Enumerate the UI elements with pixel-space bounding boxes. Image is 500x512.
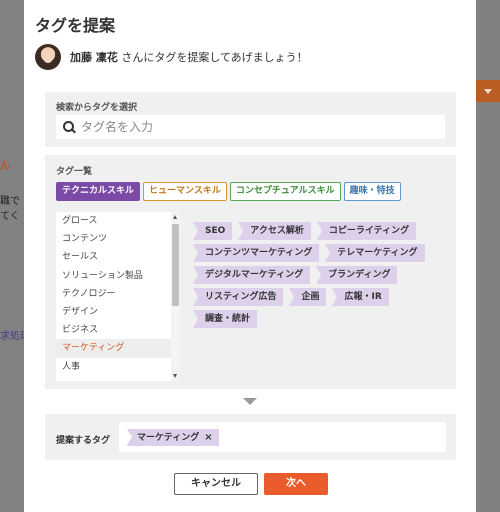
tag-chip[interactable]: コピーライティング <box>316 222 417 240</box>
selected-tag-label: マーケティング <box>137 433 200 443</box>
proposed-tags-box: マーケティング × <box>119 422 446 452</box>
category-item[interactable]: ソリューション製品 <box>56 267 180 285</box>
user-suffix: さん <box>117 51 144 64</box>
background-text-fragment: 職で <box>0 196 20 207</box>
tag-chip[interactable]: リスティング広告 <box>193 288 284 306</box>
user-name: 加藤 凜花 <box>70 51 118 64</box>
category-list: グロース コンテンツ セールス ソリューション製品 テクノロジー デザイン ビジ… <box>56 212 180 381</box>
scroll-down-icon[interactable] <box>173 374 177 378</box>
scroll-thumb[interactable] <box>172 224 179 306</box>
category-item[interactable]: デザイン <box>56 303 180 321</box>
search-box[interactable] <box>56 115 445 139</box>
avatar <box>35 44 61 70</box>
category-item[interactable]: グロース <box>56 212 180 230</box>
tag-chip[interactable]: テレマーケティング <box>325 244 425 262</box>
user-row: 加藤 凜花 さんにタグを提案してあげましょう！ <box>35 44 308 70</box>
tab-hobby-specialty[interactable]: 趣味・特技 <box>343 182 401 201</box>
tag-chip[interactable]: 広報・IR <box>332 288 389 306</box>
tab-conceptual-skill[interactable]: コンセプチュアルスキル <box>229 182 341 201</box>
search-input[interactable] <box>81 120 421 134</box>
search-label: 検索からタグを選択 <box>56 103 138 113</box>
category-item[interactable]: コンテンツ <box>56 230 180 248</box>
category-item-selected[interactable]: マーケティング <box>56 339 180 358</box>
tag-chip-area: SEO アクセス解析 コピーライティング コンテンツマーケティング テレマーケテ… <box>193 222 449 328</box>
suggest-tag-modal: タグを提案 加藤 凜花 さんにタグを提案してあげましょう！ 検索からタグを選択 … <box>24 0 476 512</box>
next-button[interactable]: 次へ <box>264 473 328 495</box>
search-icon <box>63 121 75 133</box>
tab-technical-skill[interactable]: テクニカルスキル <box>56 182 141 201</box>
category-item[interactable]: 人事 <box>56 358 180 376</box>
background-left-strip <box>0 0 24 512</box>
down-arrow-icon <box>243 398 257 405</box>
background-dropdown-button <box>476 80 500 102</box>
background-text-fragment: てく <box>0 211 20 222</box>
propose-label: 提案するタグ <box>56 436 111 446</box>
modal-title: タグを提案 <box>35 16 116 35</box>
category-item[interactable]: セールス <box>56 248 180 266</box>
tag-category-tabs: テクニカルスキル ヒューマンスキル コンセプチュアルスキル 趣味・特技 <box>56 182 401 201</box>
tag-chip[interactable]: 調査・統計 <box>193 310 258 328</box>
tag-chip[interactable]: 企画 <box>289 288 327 306</box>
tag-chip[interactable]: デジタルマーケティング <box>193 266 311 284</box>
scroll-up-icon[interactable] <box>173 215 177 219</box>
category-item[interactable]: ビジネス <box>56 321 180 339</box>
tag-chip[interactable]: ブランディング <box>316 266 398 284</box>
tag-chip[interactable]: コンテンツマーケティング <box>193 244 320 262</box>
tag-list-panel: タグ一覧 テクニカルスキル ヒューマンスキル コンセプチュアルスキル 趣味・特技… <box>45 155 456 389</box>
close-icon[interactable]: × <box>204 432 212 443</box>
tag-chip[interactable]: SEO <box>193 222 233 240</box>
category-item[interactable]: テクノロジー <box>56 285 180 303</box>
selected-tag-chip: マーケティング × <box>127 429 219 446</box>
background-text-fragment: ん <box>0 161 10 172</box>
tag-list-label: タグ一覧 <box>56 167 93 177</box>
user-message: 加藤 凜花 さんにタグを提案してあげましょう！ <box>70 49 308 65</box>
user-message-text: にタグを提案してあげましょう！ <box>143 51 308 64</box>
category-scrollbar[interactable] <box>171 212 180 381</box>
search-panel: 検索からタグを選択 <box>45 92 456 147</box>
tag-chip[interactable]: アクセス解析 <box>238 222 311 240</box>
tab-human-skill[interactable]: ヒューマンスキル <box>143 182 227 201</box>
cancel-button[interactable]: キャンセル <box>174 473 258 495</box>
propose-panel: 提案するタグ マーケティング × <box>45 414 456 460</box>
